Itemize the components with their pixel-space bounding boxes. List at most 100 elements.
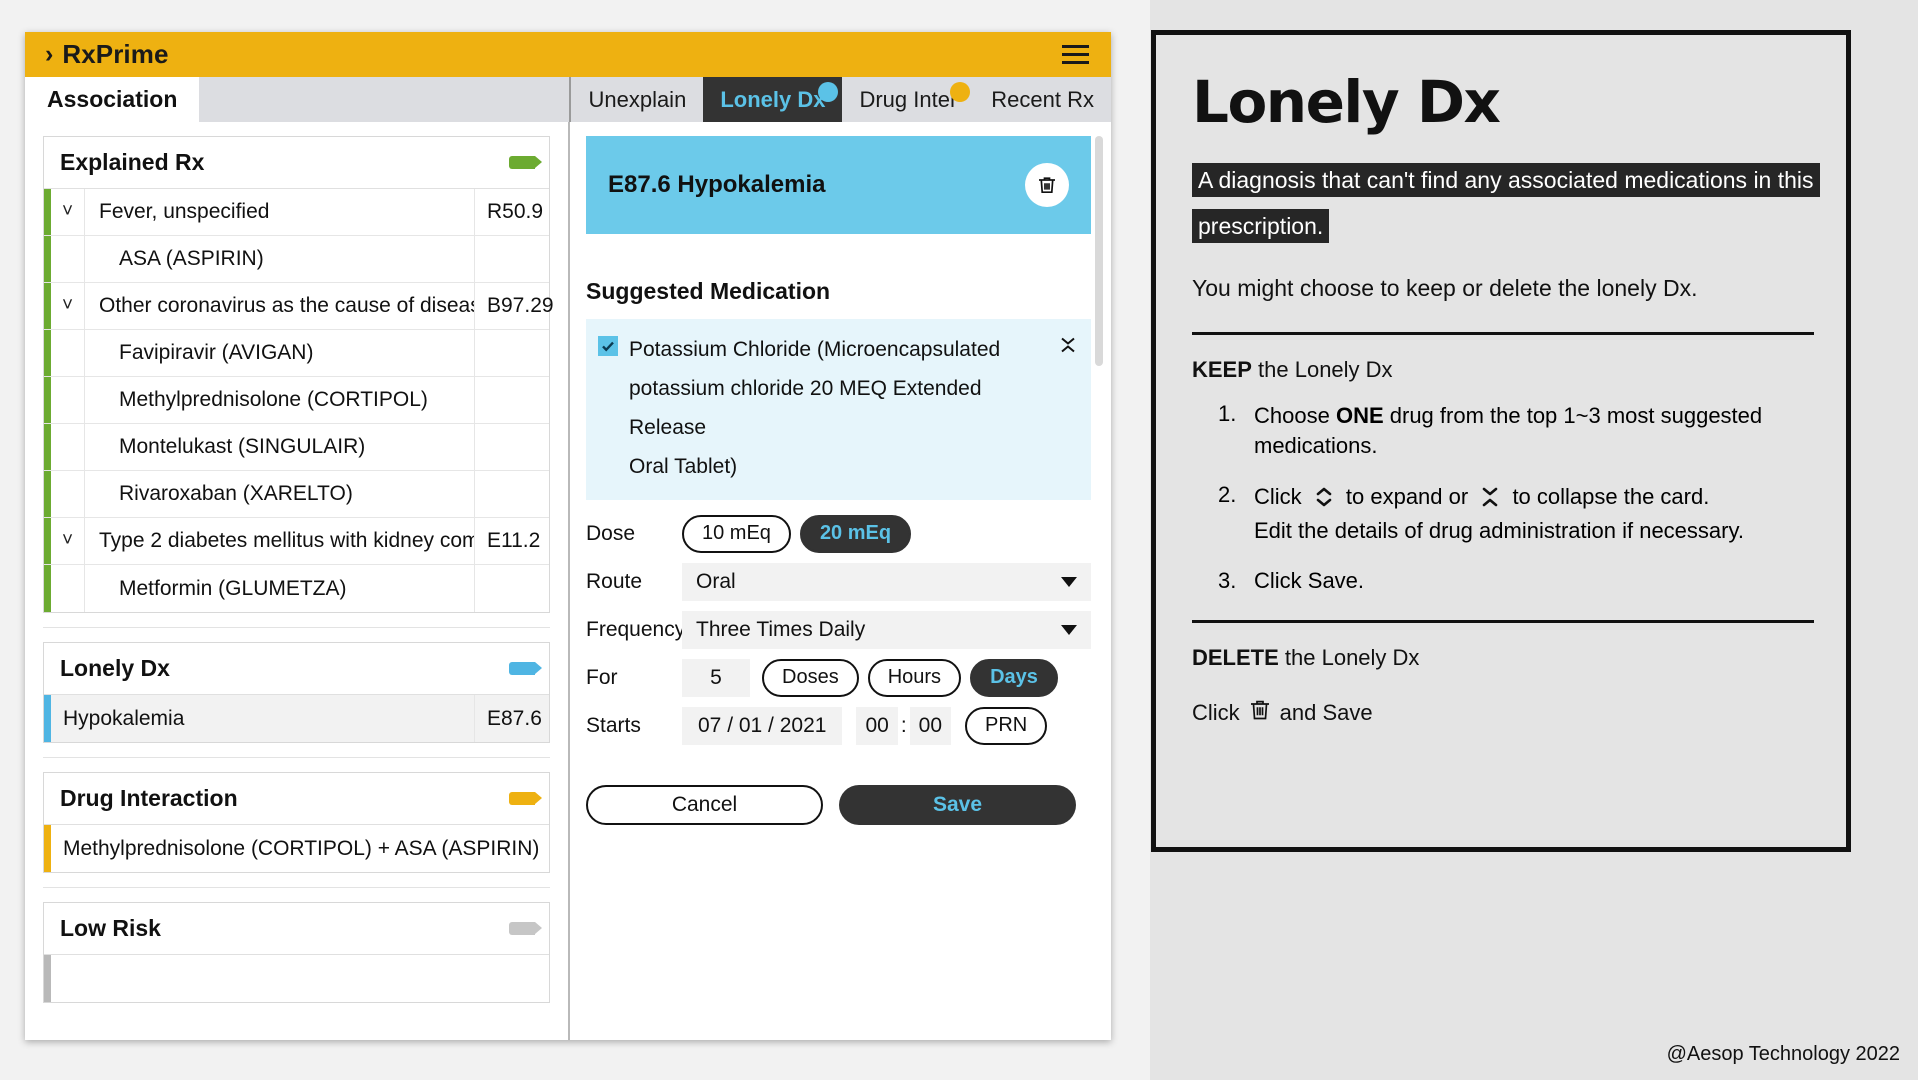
chevron-down-icon[interactable]: ˅: [51, 518, 85, 564]
table-row[interactable]: Hypokalemia E87.6: [44, 695, 549, 742]
chevron-down-icon[interactable]: ˅: [51, 283, 85, 329]
duration-unit-hours[interactable]: Hours: [867, 658, 962, 697]
tab-unexplain[interactable]: Unexplain: [571, 77, 703, 122]
scrollbar-thumb[interactable]: [1095, 136, 1103, 366]
dose-option-20meq[interactable]: 20 mEq: [799, 514, 912, 553]
table-row[interactable]: ˅ Other coronavirus as the cause of dise…: [44, 283, 554, 330]
duration-unit-days[interactable]: Days: [970, 658, 1058, 697]
step1-strong: ONE: [1335, 403, 1384, 428]
section-title: Low Risk: [60, 915, 161, 941]
row-accent: [44, 695, 51, 742]
section-header[interactable]: Lonely Dx: [44, 643, 549, 695]
app-title: RxPrime: [62, 39, 169, 69]
prn-toggle[interactable]: PRN: [965, 706, 1048, 745]
trash-icon[interactable]: [1025, 163, 1069, 207]
delete-rest: the Lonely Dx: [1278, 644, 1420, 670]
tag-pill-icon: [509, 922, 542, 935]
table-row[interactable]: Montelukast (SINGULAIR): [44, 424, 549, 471]
badge-dot-icon: [818, 82, 839, 102]
row-code: E11.2: [474, 518, 549, 564]
section-drug-interaction: Drug Interaction Methylprednisolone (COR…: [43, 772, 550, 873]
tab-recent-rx[interactable]: Recent Rx: [974, 77, 1111, 122]
table-row[interactable]: Methylprednisolone (CORTIPOL): [44, 377, 549, 424]
route-select[interactable]: Oral: [682, 562, 1091, 601]
dose-option-10meq[interactable]: 10 mEq: [682, 514, 791, 553]
start-date-input[interactable]: 07 / 01 / 2021: [682, 706, 843, 745]
row-accent: [44, 825, 51, 872]
step2-post: to collapse the card.: [1506, 484, 1710, 510]
table-row[interactable]: Metformin (GLUMETZA): [44, 565, 549, 612]
row-name: [51, 955, 549, 1002]
row-code: [474, 330, 549, 376]
medication-checkbox[interactable]: [598, 336, 618, 356]
chevron-collapse-icon[interactable]: [1059, 335, 1077, 360]
section-low-risk-wrapper: Low Risk: [43, 902, 550, 1017]
row-accent: [44, 955, 51, 1002]
route-label: Route: [586, 569, 643, 593]
duration-field-row: For 5 Doses Hours Days: [586, 658, 1091, 697]
association-pane[interactable]: Explained Rx ˅ Fever, unspecified R50.9: [25, 122, 570, 1040]
row-drug-name: Metformin (GLUMETZA): [119, 576, 347, 600]
dose-label: Dose: [586, 521, 636, 545]
table-row[interactable]: ˅ Fever, unspecified R50.9: [44, 189, 549, 236]
delete-post: and Save: [1279, 699, 1373, 725]
copyright-credit: @Aesop Technology 2022: [1666, 1043, 1900, 1065]
row-drug-name: Montelukast (SINGULAIR): [119, 435, 366, 458]
medication-name: Potassium Chloride (Microencapsulated po…: [629, 331, 1048, 486]
tab-recent-rx-label: Recent Rx: [991, 86, 1094, 112]
keep-section-heading: KEEP the Lonely Dx: [1192, 357, 1814, 383]
table-row[interactable]: ˅ Type 2 diabetes mellitus with kidney c…: [44, 518, 549, 565]
duration-unit-doses[interactable]: Doses: [762, 658, 859, 697]
list-item: 3. Click Save.: [1218, 568, 1814, 594]
step-number: 1.: [1218, 401, 1237, 426]
chevron-down-icon[interactable]: ˅: [51, 189, 85, 235]
form-actions: Cancel Save: [586, 785, 1091, 826]
chevron-down-icon: [1061, 624, 1077, 635]
badge-dot-icon: [950, 82, 971, 102]
table-row[interactable]: Favipiravir (AVIGAN): [44, 330, 549, 377]
app-body: Explained Rx ˅ Fever, unspecified R50.9: [25, 122, 1111, 1040]
row-chevron-placeholder: [51, 424, 85, 470]
chevron-right-icon[interactable]: ›: [45, 42, 53, 67]
section-lonely-dx: Lonely Dx Hypokalemia E87.6: [43, 642, 550, 743]
cancel-button[interactable]: Cancel: [586, 785, 823, 826]
row-code: [474, 565, 549, 612]
row-drug-name: Methylprednisolone (CORTIPOL): [119, 388, 428, 411]
row-accent: [44, 330, 51, 376]
section-header[interactable]: Low Risk: [44, 903, 549, 955]
row-accent: [44, 565, 51, 612]
start-hour-input[interactable]: 00: [856, 706, 898, 745]
section-header[interactable]: Explained Rx: [44, 137, 549, 189]
row-accent: [44, 236, 51, 282]
tab-strip: Association Unexplain Lonely Dx Drug Int…: [25, 77, 1111, 122]
detail-pane: E87.6 Hypokalemia Suggested Medication P…: [570, 122, 1111, 1040]
delete-section-heading: DELETE the Lonely Dx: [1192, 645, 1814, 671]
row-diagnosis-name: Other coronavirus as the cause of diseas: [99, 294, 474, 317]
start-minute-input[interactable]: 00: [909, 706, 952, 745]
dose-field-row: Dose 10 mEq 20 mEq: [586, 514, 1091, 553]
title-bar-left: › RxPrime: [45, 39, 169, 70]
tab-drug-inter[interactable]: Drug Inter: [842, 77, 974, 122]
medication-name-line1: Potassium Chloride (Microencapsulated: [629, 338, 1001, 361]
section-title: Explained Rx: [60, 149, 205, 175]
section-header[interactable]: Drug Interaction: [44, 773, 549, 825]
row-drug-name: Favipiravir (AVIGAN): [119, 341, 314, 364]
frequency-select[interactable]: Three Times Daily: [682, 610, 1091, 649]
starts-label: Starts: [586, 713, 641, 737]
medication-card[interactable]: Potassium Chloride (Microencapsulated po…: [586, 319, 1091, 501]
table-row[interactable]: Methylprednisolone (CORTIPOL) + ASA (ASP…: [44, 825, 549, 872]
row-code: [474, 424, 549, 470]
table-row[interactable]: [44, 955, 549, 1002]
save-button[interactable]: Save: [839, 785, 1076, 826]
tab-lonely-dx[interactable]: Lonely Dx: [703, 77, 843, 122]
duration-input[interactable]: 5: [682, 658, 750, 697]
divider: [1192, 619, 1814, 623]
section-title: Drug Interaction: [60, 785, 238, 811]
chevron-collapse-icon: [1480, 486, 1500, 516]
section-lonely-dx-wrapper: Lonely Dx Hypokalemia E87.6: [43, 642, 550, 758]
table-row[interactable]: Rivaroxaban (XARELTO): [44, 471, 549, 518]
tab-association[interactable]: Association: [25, 77, 200, 122]
table-row[interactable]: ASA (ASPIRIN): [44, 236, 549, 283]
row-accent: [44, 189, 51, 235]
hamburger-icon[interactable]: [1062, 45, 1089, 64]
